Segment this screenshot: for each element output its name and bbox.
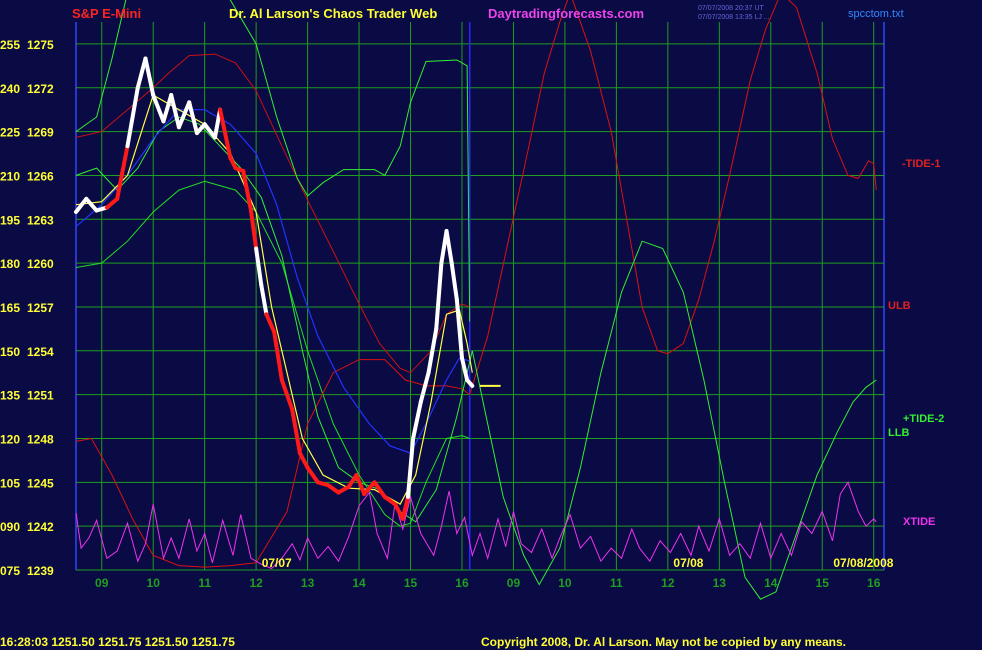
x-tick-label: 14 <box>764 576 778 590</box>
x-tick-label: 10 <box>147 576 161 590</box>
author-title: Dr. Al Larson's Chaos Trader Web <box>229 6 437 21</box>
y-tick-price: 1269 <box>27 126 54 140</box>
series-label: ULB <box>888 300 911 312</box>
x-tick-label: 11 <box>198 576 211 590</box>
x-tick-label: 16 <box>455 576 469 590</box>
y-tick-oscillator: 165 <box>0 301 20 315</box>
timestamp-line-2: 07/07/2008 13:35 LJ ... <box>698 14 770 21</box>
y-tick-oscillator: 210 <box>0 169 20 183</box>
quote-readout: 16:28:03 1251.50 1251.75 1251.50 1251.75 <box>0 635 235 649</box>
x-tick-label: 10 <box>558 576 572 590</box>
x-tick-label: 16 <box>867 576 881 590</box>
chart-background <box>0 0 982 650</box>
y-tick-price: 1242 <box>27 520 54 534</box>
data-file-name: spcctom.txt <box>848 8 904 20</box>
x-tick-label: 11 <box>610 576 623 590</box>
y-tick-oscillator: 180 <box>0 257 20 271</box>
series-label: +TIDE-2 <box>903 413 944 425</box>
y-tick-price: 1257 <box>27 301 54 315</box>
series-label: -TIDE-1 <box>902 158 941 170</box>
y-tick-price: 1266 <box>27 169 54 183</box>
x-tick-label: 15 <box>816 576 830 590</box>
x-tick-label: 12 <box>249 576 263 590</box>
x-tick-label: 12 <box>661 576 675 590</box>
y-tick-oscillator: 135 <box>0 389 20 403</box>
y-tick-oscillator: 075 <box>0 564 20 578</box>
y-tick-price: 1251 <box>27 389 54 403</box>
y-tick-oscillator: 090 <box>0 520 20 534</box>
copyright-notice: Copyright 2008, Dr. Al Larson. May not b… <box>481 635 846 649</box>
y-tick-price: 1239 <box>27 564 54 578</box>
x-tick-label: 13 <box>713 576 727 590</box>
timestamp-line-1: 07/07/2008 20:37 UT <box>698 5 764 12</box>
instrument-title: S&P E-Mini <box>72 6 141 21</box>
y-tick-price: 1245 <box>27 476 54 490</box>
series-label: XTIDE <box>903 516 935 528</box>
x-tick-label: 13 <box>301 576 315 590</box>
x-tick-label: 09 <box>507 576 521 590</box>
y-tick-oscillator: 195 <box>0 213 20 227</box>
emini-forecast-chart: 255 1275 240 1272 225 1269 210 1266 195 1263 180 12… <box>0 0 982 650</box>
y-tick-price: 1254 <box>27 345 54 359</box>
y-tick-price: 1272 <box>27 82 54 96</box>
date-label: 07/07 <box>262 556 292 570</box>
series-label: LLB <box>888 427 909 439</box>
y-tick-price: 1248 <box>27 432 54 446</box>
x-tick-label: 14 <box>352 576 366 590</box>
y-tick-oscillator: 255 <box>0 38 20 52</box>
date-label: 07/08/2008 <box>833 556 893 570</box>
y-tick-price: 1263 <box>27 213 54 227</box>
y-tick-oscillator: 240 <box>0 82 20 96</box>
y-tick-oscillator: 120 <box>0 432 20 446</box>
chart-canvas: 255 1275 240 1272 225 1269 210 1266 195 1263 180 12… <box>0 0 982 650</box>
x-tick-label: 15 <box>404 576 418 590</box>
y-tick-oscillator: 105 <box>0 476 20 490</box>
y-tick-price: 1260 <box>27 257 54 271</box>
x-tick-label: 09 <box>95 576 109 590</box>
y-tick-price: 1275 <box>27 38 54 52</box>
site-link[interactable]: Daytradingforecasts.com <box>488 6 644 21</box>
y-tick-oscillator: 150 <box>0 345 20 359</box>
y-tick-oscillator: 225 <box>0 126 20 140</box>
date-label: 07/08 <box>673 556 703 570</box>
